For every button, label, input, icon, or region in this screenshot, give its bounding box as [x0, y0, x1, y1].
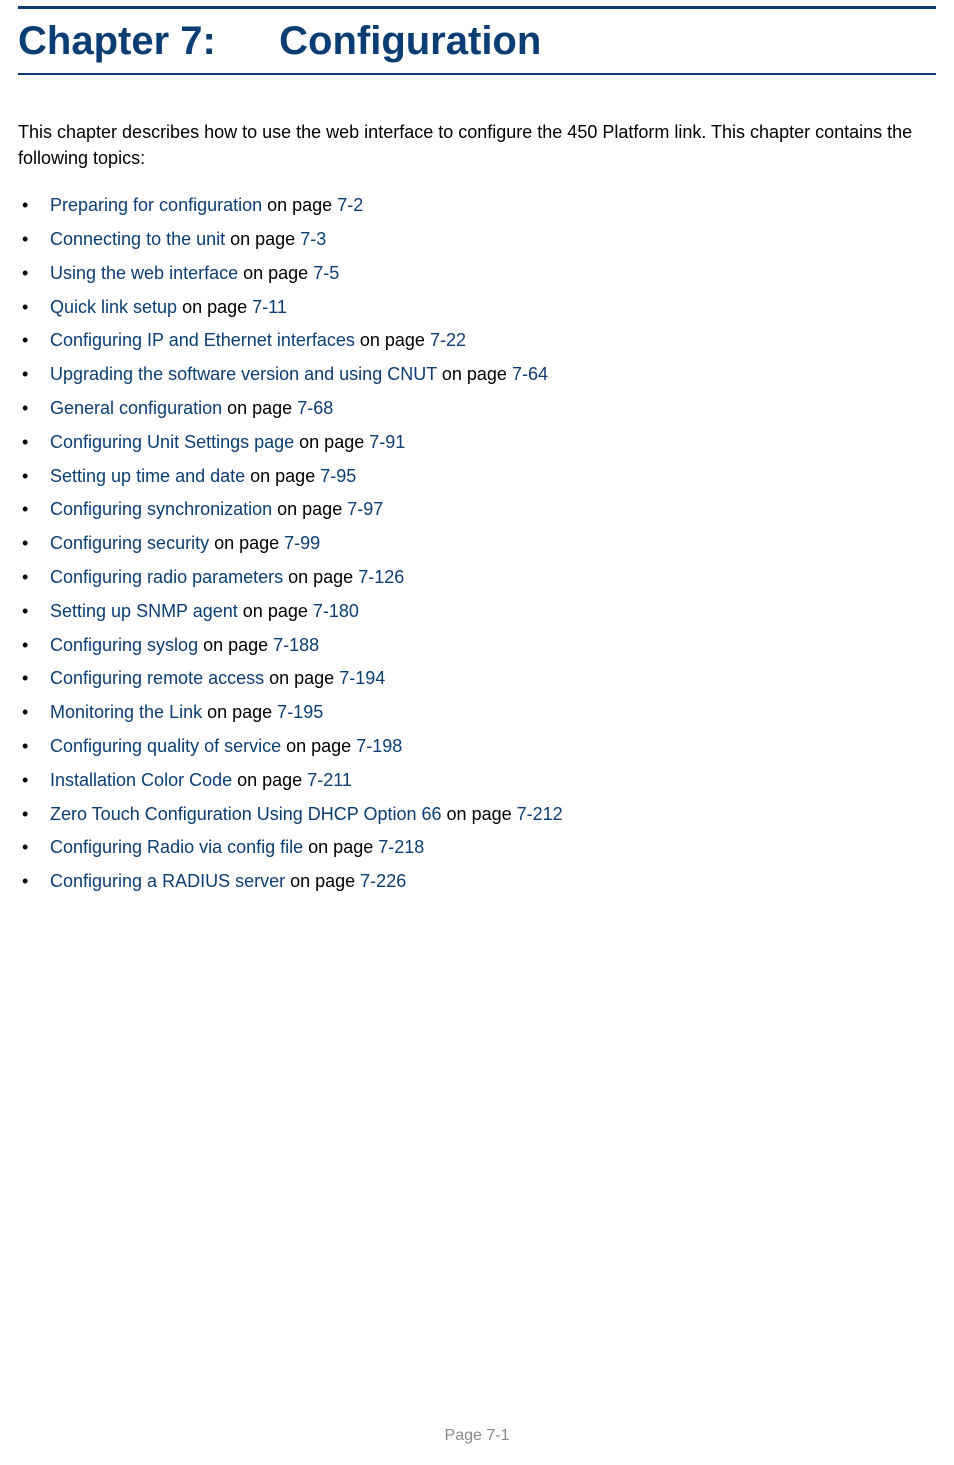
toc-link[interactable]: Configuring Radio via config file — [50, 837, 303, 857]
toc-on-page-text: on page — [238, 601, 313, 621]
toc-item: Configuring synchronization on page 7-97 — [18, 493, 936, 527]
toc-page-ref[interactable]: 7-97 — [347, 499, 383, 519]
toc-item: Installation Color Code on page 7-211 — [18, 764, 936, 798]
toc-on-page-text: on page — [272, 499, 347, 519]
toc-on-page-text: on page — [209, 533, 284, 553]
toc-page-ref[interactable]: 7-126 — [358, 567, 404, 587]
toc-page-ref[interactable]: 7-5 — [313, 263, 339, 283]
chapter-name: Configuration — [279, 19, 541, 63]
toc-item: Configuring Unit Settings page on page 7… — [18, 426, 936, 460]
toc-link[interactable]: Configuring Unit Settings page — [50, 432, 294, 452]
toc-page-ref[interactable]: 7-68 — [297, 398, 333, 418]
toc-item: Connecting to the unit on page 7-3 — [18, 223, 936, 257]
chapter-heading: Chapter 7: Configuration — [18, 6, 936, 75]
toc-on-page-text: on page — [264, 668, 339, 688]
toc-page-ref[interactable]: 7-64 — [512, 364, 548, 384]
toc-item: Setting up time and date on page 7-95 — [18, 460, 936, 494]
toc-page-ref[interactable]: 7-211 — [307, 770, 352, 790]
page-number: Page 7-1 — [0, 1427, 954, 1445]
toc-link[interactable]: Using the web interface — [50, 263, 238, 283]
toc-link[interactable]: Upgrading the software version and using… — [50, 364, 437, 384]
toc-page-ref[interactable]: 7-2 — [337, 195, 363, 215]
toc-on-page-text: on page — [285, 871, 360, 891]
toc-item: Configuring syslog on page 7-188 — [18, 629, 936, 663]
toc-link[interactable]: Setting up time and date — [50, 466, 245, 486]
toc-item: Upgrading the software version and using… — [18, 358, 936, 392]
toc-item: Configuring Radio via config file on pag… — [18, 831, 936, 865]
toc-page-ref[interactable]: 7-95 — [320, 466, 356, 486]
toc-page-ref[interactable]: 7-198 — [356, 736, 402, 756]
toc-link[interactable]: Setting up SNMP agent — [50, 601, 238, 621]
toc-on-page-text: on page — [198, 635, 273, 655]
toc-on-page-text: on page — [294, 432, 369, 452]
toc-link[interactable]: Monitoring the Link — [50, 702, 202, 722]
toc-item: Quick link setup on page 7-11 — [18, 291, 936, 325]
toc-item: General configuration on page 7-68 — [18, 392, 936, 426]
toc-link[interactable]: Configuring quality of service — [50, 736, 281, 756]
intro-paragraph: This chapter describes how to use the we… — [18, 119, 936, 171]
toc-item: Preparing for configuration on page 7-2 — [18, 189, 936, 223]
toc-item: Configuring radio parameters on page 7-1… — [18, 561, 936, 595]
toc-page-ref[interactable]: 7-212 — [517, 804, 563, 824]
toc-item: Configuring a RADIUS server on page 7-22… — [18, 865, 936, 899]
toc-link[interactable]: Configuring IP and Ethernet interfaces — [50, 330, 355, 350]
toc-item: Zero Touch Configuration Using DHCP Opti… — [18, 798, 936, 832]
toc-page-ref[interactable]: 7-99 — [284, 533, 320, 553]
toc-link[interactable]: General configuration — [50, 398, 222, 418]
toc-link[interactable]: Configuring syslog — [50, 635, 198, 655]
toc-page-ref[interactable]: 7-91 — [369, 432, 405, 452]
toc-item: Using the web interface on page 7-5 — [18, 257, 936, 291]
toc-on-page-text: on page — [177, 297, 252, 317]
toc-link[interactable]: Connecting to the unit — [50, 229, 225, 249]
toc-link[interactable]: Installation Color Code — [50, 770, 232, 790]
toc-page-ref[interactable]: 7-188 — [273, 635, 319, 655]
toc-page-ref[interactable]: 7-3 — [300, 229, 326, 249]
toc-on-page-text: on page — [355, 330, 430, 350]
toc-item: Monitoring the Link on page 7-195 — [18, 696, 936, 730]
toc-link[interactable]: Configuring synchronization — [50, 499, 272, 519]
toc-link[interactable]: Configuring a RADIUS server — [50, 871, 285, 891]
toc-on-page-text: on page — [245, 466, 320, 486]
toc-on-page-text: on page — [222, 398, 297, 418]
toc-on-page-text: on page — [281, 736, 356, 756]
toc-list: Preparing for configuration on page 7-2C… — [18, 189, 936, 899]
toc-item: Configuring quality of service on page 7… — [18, 730, 936, 764]
toc-item: Configuring remote access on page 7-194 — [18, 662, 936, 696]
toc-page-ref[interactable]: 7-218 — [378, 837, 424, 857]
toc-item: Setting up SNMP agent on page 7-180 — [18, 595, 936, 629]
toc-page-ref[interactable]: 7-180 — [313, 601, 359, 621]
toc-on-page-text: on page — [238, 263, 313, 283]
toc-on-page-text: on page — [202, 702, 277, 722]
toc-page-ref[interactable]: 7-11 — [252, 297, 287, 317]
toc-link[interactable]: Zero Touch Configuration Using DHCP Opti… — [50, 804, 442, 824]
toc-link[interactable]: Configuring security — [50, 533, 209, 553]
toc-page-ref[interactable]: 7-195 — [277, 702, 323, 722]
toc-on-page-text: on page — [225, 229, 300, 249]
toc-link[interactable]: Configuring remote access — [50, 668, 264, 688]
chapter-title: Chapter 7: Configuration — [18, 19, 936, 63]
toc-item: Configuring security on page 7-99 — [18, 527, 936, 561]
toc-on-page-text: on page — [437, 364, 512, 384]
toc-link[interactable]: Quick link setup — [50, 297, 177, 317]
toc-link[interactable]: Configuring radio parameters — [50, 567, 283, 587]
toc-on-page-text: on page — [232, 770, 307, 790]
toc-page-ref[interactable]: 7-22 — [430, 330, 466, 350]
toc-on-page-text: on page — [303, 837, 378, 857]
toc-page-ref[interactable]: 7-194 — [339, 668, 385, 688]
toc-page-ref[interactable]: 7-226 — [360, 871, 406, 891]
toc-item: Configuring IP and Ethernet interfaces o… — [18, 324, 936, 358]
toc-on-page-text: on page — [442, 804, 517, 824]
toc-on-page-text: on page — [283, 567, 358, 587]
toc-on-page-text: on page — [262, 195, 337, 215]
toc-link[interactable]: Preparing for configuration — [50, 195, 262, 215]
chapter-label: Chapter 7: — [18, 19, 268, 63]
